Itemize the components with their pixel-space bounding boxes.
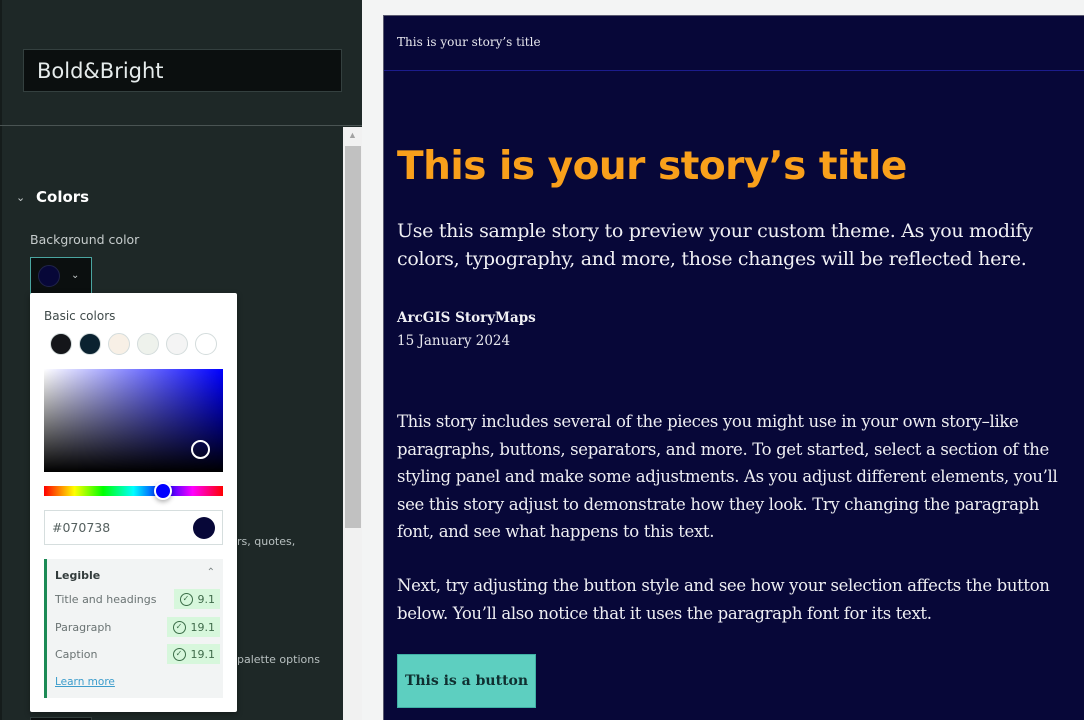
- saturation-value-picker[interactable]: [44, 369, 223, 472]
- learn-more-link[interactable]: Learn more: [55, 676, 115, 688]
- check-circle-icon: ✓: [179, 592, 193, 606]
- story-sample-button[interactable]: This is a button: [397, 654, 536, 708]
- legibility-panel: Legible ⌃ Title and headings ✓ 9.1 Parag…: [44, 559, 223, 698]
- colors-section-toggle[interactable]: ⌄ Colors: [16, 188, 89, 206]
- story-paragraph: This story includes several of the piece…: [397, 412, 1058, 541]
- scroll-up-arrow-icon[interactable]: ▲: [343, 127, 362, 144]
- byline-author: ArcGIS StoryMaps: [397, 310, 536, 326]
- theme-name-input[interactable]: [23, 49, 342, 92]
- story-title: This is your story’s title: [397, 144, 907, 189]
- basic-color-swatch[interactable]: [108, 333, 130, 355]
- legibility-row: Caption ✓ 19.1: [55, 644, 220, 664]
- background-color-swatch: [38, 264, 60, 287]
- hex-input[interactable]: [45, 511, 185, 544]
- header-story-title: This is your story’s title: [397, 35, 541, 49]
- basic-color-swatch[interactable]: [137, 333, 159, 355]
- obscured-palette-text: palette options: [237, 653, 320, 666]
- chevron-down-icon: ⌄: [16, 191, 26, 204]
- basic-colors-row: [50, 333, 217, 355]
- contrast-score-badge: ✓ 19.1: [166, 617, 220, 637]
- obscured-description-text: rs, quotes,: [237, 535, 296, 548]
- hex-field: [44, 510, 223, 545]
- legibility-status: Legible: [55, 569, 101, 582]
- basic-colors-label: Basic colors: [44, 309, 116, 323]
- basic-color-swatch[interactable]: [50, 333, 72, 355]
- contrast-score-badge: ✓ 19.1: [166, 644, 220, 664]
- contrast-score-badge: ✓ 9.1: [173, 589, 220, 609]
- color-picker-popover: Basic colors Legible ⌃: [30, 293, 237, 712]
- contrast-score: 9.1: [197, 592, 216, 606]
- theme-settings-panel: ⌄ Colors Background color ⌄ rs, quotes, …: [0, 0, 362, 720]
- hue-slider-handle[interactable]: [154, 482, 172, 500]
- legibility-row-label: Caption: [55, 647, 98, 661]
- legibility-row-label: Title and headings: [55, 592, 157, 606]
- hue-slider[interactable]: [44, 486, 223, 496]
- theme-name-section: [0, 0, 362, 126]
- legibility-row-label: Paragraph: [55, 620, 112, 634]
- story-subtitle: Use this sample story to preview your cu…: [397, 220, 1033, 270]
- colors-section-label: Colors: [36, 188, 90, 206]
- chevron-up-icon[interactable]: ⌃: [207, 567, 215, 578]
- basic-color-swatch[interactable]: [79, 333, 101, 355]
- basic-color-swatch[interactable]: [166, 333, 188, 355]
- background-color-dropdown[interactable]: ⌄: [30, 257, 92, 294]
- basic-color-swatch[interactable]: [195, 333, 217, 355]
- current-color-swatch: [193, 517, 215, 539]
- story-header-bar: This is your story’s title: [384, 16, 1084, 71]
- contrast-score: 19.1: [190, 647, 216, 661]
- chevron-down-icon: ⌄: [71, 270, 80, 281]
- theme-builder: ⌄ Colors Background color ⌄ rs, quotes, …: [0, 0, 1084, 720]
- check-circle-icon: ✓: [172, 647, 186, 661]
- contrast-score: 19.1: [190, 620, 216, 634]
- story-paragraph: Next, try adjusting the button style and…: [397, 576, 1050, 623]
- background-color-label: Background color: [30, 232, 140, 247]
- legibility-row: Title and headings ✓ 9.1: [55, 589, 220, 609]
- story-preview: This is your story’s title This is your …: [383, 15, 1084, 720]
- scrollbar-thumb[interactable]: [345, 146, 361, 528]
- legibility-row: Paragraph ✓ 19.1: [55, 617, 220, 637]
- byline-date: 15 January 2024: [397, 333, 511, 349]
- saturation-value-handle[interactable]: [191, 440, 210, 459]
- check-circle-icon: ✓: [172, 620, 186, 634]
